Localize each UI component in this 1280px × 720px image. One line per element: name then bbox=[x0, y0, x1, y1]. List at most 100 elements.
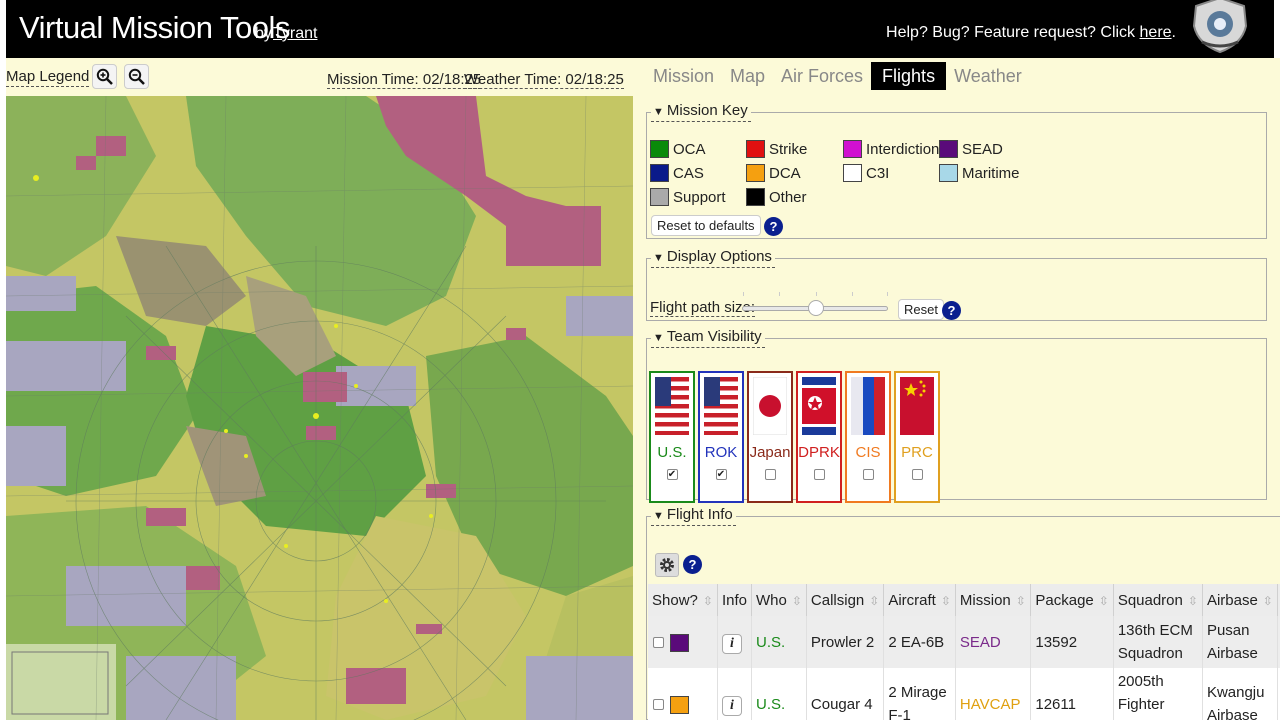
help-icon[interactable]: ? bbox=[764, 217, 783, 236]
zoom-in-icon bbox=[96, 68, 113, 85]
key-item-interdiction[interactable]: Interdiction bbox=[843, 140, 939, 158]
column-label: Who bbox=[756, 591, 787, 609]
column-label: Mission bbox=[959, 591, 1011, 609]
collapse-triangle-icon: ▼ bbox=[653, 252, 664, 264]
key-item-cas[interactable]: CAS bbox=[650, 164, 704, 182]
by-label: by bbox=[255, 25, 272, 42]
reset-to-defaults-button[interactable]: Reset to defaults bbox=[651, 215, 761, 236]
column-header-airbase[interactable]: Airbase ⇳ bbox=[1202, 584, 1279, 616]
reset-path-size-button[interactable]: Reset bbox=[898, 299, 944, 320]
key-item-sead[interactable]: SEAD bbox=[939, 140, 1003, 158]
team-name: CIS bbox=[855, 444, 881, 461]
sort-icon: ⇳ bbox=[1098, 593, 1109, 608]
key-item-support[interactable]: Support bbox=[650, 188, 726, 206]
mission-key-title: Mission Key bbox=[666, 102, 748, 119]
map-view[interactable] bbox=[6, 96, 633, 720]
slider-tick bbox=[743, 292, 744, 296]
team-card-prc[interactable]: PRC bbox=[894, 371, 940, 503]
tab-mission[interactable]: Mission bbox=[645, 62, 722, 90]
column-header-aircraft[interactable]: Aircraft ⇳ bbox=[883, 584, 956, 616]
team-name: ROK bbox=[704, 444, 738, 461]
column-label: Airbase bbox=[1206, 591, 1258, 609]
key-label: SEAD bbox=[962, 140, 1003, 158]
column-header-squadron[interactable]: Squadron ⇳ bbox=[1113, 584, 1203, 616]
flight-info-toggle[interactable]: ▼ Flight Info bbox=[651, 506, 736, 526]
flight-table: Show? ⇳ Info Who ⇳ Callsign ⇳ Aircraft ⇳ Mis… bbox=[648, 584, 1280, 720]
team-card-rok[interactable]: ROK ✔ bbox=[698, 371, 744, 503]
support-swatch bbox=[650, 188, 669, 206]
table-row[interactable]: i U.S. Cougar 4 2 Mirage F-1 HAVCAP 1261… bbox=[648, 668, 1280, 720]
key-item-dca[interactable]: DCA bbox=[746, 164, 801, 182]
mission-key-section: ▼ Mission Key OCA Strike Interdiction SEA… bbox=[646, 102, 1267, 239]
maritime-swatch bbox=[939, 164, 958, 182]
us-flag-icon bbox=[704, 377, 738, 435]
team-visibility-checkbox[interactable] bbox=[813, 469, 825, 480]
table-row[interactable]: i U.S. Prowler 2 2 EA-6B SEAD 13592 136t… bbox=[648, 616, 1280, 668]
show-checkbox[interactable] bbox=[653, 637, 664, 649]
mission-cell: HAVCAP bbox=[955, 668, 1032, 720]
show-cell bbox=[648, 668, 718, 720]
info-icon[interactable]: i bbox=[721, 633, 742, 654]
author-link[interactable]: Tyrant bbox=[273, 25, 317, 43]
app-title: Virtual Mission Tools bbox=[19, 10, 290, 45]
interdiction-swatch bbox=[843, 140, 862, 158]
column-header-who[interactable]: Who ⇳ bbox=[751, 584, 807, 616]
help-icon[interactable]: ? bbox=[942, 301, 961, 320]
app-header: Virtual Mission Tools by Tyrant Help? Bu… bbox=[6, 0, 1274, 58]
column-settings-button[interactable] bbox=[655, 553, 679, 577]
callsign-cell: Cougar 4 bbox=[806, 668, 885, 720]
team-card-us[interactable]: U.S. ✔ bbox=[649, 371, 695, 503]
zoom-out-button[interactable] bbox=[124, 64, 149, 89]
team-card-cis[interactable]: CIS bbox=[845, 371, 891, 503]
key-item-strike[interactable]: Strike bbox=[746, 140, 807, 158]
show-cell bbox=[648, 616, 718, 668]
tab-air-forces[interactable]: Air Forces bbox=[773, 62, 871, 90]
squadron-logo-icon bbox=[1192, 0, 1248, 54]
column-header-show[interactable]: Show? ⇳ bbox=[648, 584, 718, 616]
key-item-other[interactable]: Other bbox=[746, 188, 807, 206]
sort-icon: ⇳ bbox=[1262, 593, 1273, 608]
info-icon[interactable]: i bbox=[721, 695, 742, 716]
column-header-callsign[interactable]: Callsign ⇳ bbox=[806, 584, 885, 616]
gear-icon bbox=[660, 558, 674, 572]
sort-icon: ⇳ bbox=[702, 593, 713, 608]
column-label: Aircraft bbox=[888, 591, 936, 609]
team-visibility-toggle[interactable]: ▼ Team Visibility bbox=[651, 328, 765, 348]
mission-key-toggle[interactable]: ▼ Mission Key bbox=[651, 102, 751, 122]
team-name: Japan bbox=[749, 444, 791, 461]
weather-time: Weather Time: 02/18:25 bbox=[464, 71, 624, 89]
column-header-mission[interactable]: Mission ⇳ bbox=[955, 584, 1032, 616]
help-icon[interactable]: ? bbox=[683, 555, 702, 574]
team-visibility-checkbox[interactable] bbox=[764, 469, 776, 480]
help-here-link[interactable]: here bbox=[1140, 24, 1172, 41]
sort-icon: ⇳ bbox=[940, 593, 951, 608]
zoom-in-button[interactable] bbox=[92, 64, 117, 89]
slider-thumb[interactable] bbox=[808, 300, 824, 316]
column-header-package[interactable]: Package ⇳ bbox=[1030, 584, 1114, 616]
japan-flag-icon bbox=[753, 377, 787, 435]
team-visibility-checkbox[interactable] bbox=[862, 469, 874, 480]
display-options-toggle[interactable]: ▼ Display Options bbox=[651, 248, 775, 268]
flight-path-size-slider[interactable] bbox=[742, 292, 888, 316]
show-checkbox[interactable] bbox=[653, 699, 664, 711]
key-item-c3i[interactable]: C3I bbox=[843, 164, 889, 182]
sort-icon: ⇳ bbox=[1015, 593, 1026, 608]
team-card-japan[interactable]: Japan bbox=[747, 371, 793, 503]
tab-map[interactable]: Map bbox=[722, 62, 773, 90]
russia-flag-icon bbox=[851, 377, 885, 435]
tab-weather[interactable]: Weather bbox=[946, 62, 1030, 90]
team-visibility-checkbox[interactable]: ✔ bbox=[666, 469, 678, 480]
key-label: Other bbox=[769, 188, 807, 206]
map-legend-toggle[interactable]: Map Legend bbox=[6, 68, 90, 87]
team-visibility-checkbox[interactable]: ✔ bbox=[715, 469, 727, 480]
key-item-maritime[interactable]: Maritime bbox=[939, 164, 1020, 182]
key-item-oca[interactable]: OCA bbox=[650, 140, 706, 158]
table-header-row: Show? ⇳ Info Who ⇳ Callsign ⇳ Aircraft ⇳ Mis… bbox=[648, 584, 1280, 616]
column-label: Show? bbox=[652, 591, 698, 609]
team-card-dprk[interactable]: DPRK bbox=[796, 371, 842, 503]
sort-icon: ⇳ bbox=[1187, 593, 1198, 608]
aircraft-cell: 2 EA-6B bbox=[883, 616, 956, 668]
tab-flights[interactable]: Flights bbox=[871, 62, 947, 90]
team-visibility-checkbox[interactable] bbox=[911, 469, 923, 480]
key-label: CAS bbox=[673, 164, 704, 182]
